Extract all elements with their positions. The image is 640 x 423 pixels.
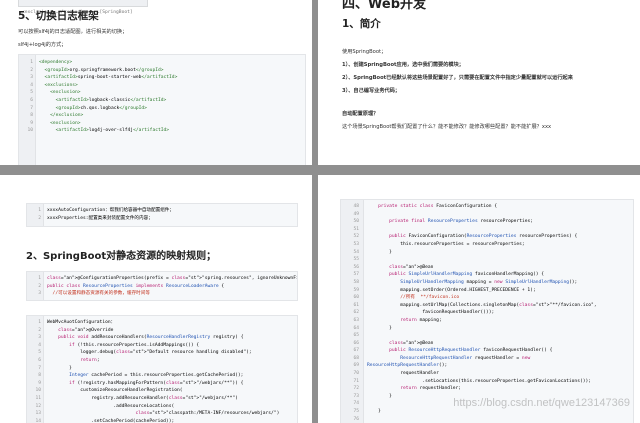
code-line: 72 return requestHandler;	[353, 386, 462, 392]
code-line: 65	[353, 333, 359, 339]
code-block: 1 <dependency> 2 <groupId>org.springframew…	[18, 54, 306, 165]
code-line: 76	[353, 416, 359, 422]
code-line: 4 if (!this.resourceProperties.isAddMapp…	[38, 342, 200, 348]
code-line: 56 class="an">@Bean	[353, 264, 434, 270]
code-line: 64 }	[353, 325, 392, 331]
code-block: 1 xxxxAutoConfiguration：帮我们给容器中自动配置组件； 2 xx…	[26, 203, 298, 227]
code-line: 51	[353, 226, 359, 232]
code-line: 48 private static class FaviconConfigura…	[353, 204, 498, 209]
chapter-heading: 四、Web开发	[342, 0, 426, 12]
list-item: 1）、创建SpringBoot应用，选中我们需要的模块；	[342, 62, 464, 68]
paragraph: 使用SpringBoot；	[342, 49, 387, 55]
code-line: 4 <exclusions>	[30, 82, 78, 88]
code-line: 7 }	[38, 365, 72, 371]
paragraph: 这个场景SpringBoot帮我们配置了什么？能不能修改？能修改哪些配置？能不能…	[342, 124, 552, 130]
code-line: 59 mapping.setOrder(Ordered.HIGHEST_PREC…	[353, 287, 536, 293]
code-line: 69 ResourceHttpRequestHandler();	[353, 363, 448, 369]
code-line: 10 <artifactId>log4j-over-slf4j</artifac…	[27, 128, 170, 134]
section-heading: 2、SpringBoot对静态资源的映射规则；	[26, 251, 217, 262]
code-line: 55	[353, 257, 359, 263]
code-line: 67 public ResourceHttpRequestHandler fav…	[353, 348, 553, 354]
code-line: 68 ResourceHttpRequestHandler requestHan…	[353, 355, 531, 361]
code-line: 1 xxxxAutoConfiguration：帮我们给容器中自动配置组件；	[38, 208, 174, 213]
paragraph: slf4j+log4j的方式；	[18, 42, 67, 48]
watermark-url: https://blog.csdn.net/qwe123147369	[453, 397, 630, 409]
code-line: 60 //所有 **/favicon.ico	[353, 295, 460, 301]
code-line: 2 <groupId>org.springframework.boot</gro…	[30, 67, 164, 73]
code-line: 8 Integer cachePeriod = this.resourcePro…	[38, 373, 244, 379]
section-heading: 5、切换日志框架	[18, 10, 99, 22]
code-line: 54 }	[353, 249, 392, 255]
code-line: 62 faviconRequestHandler()));	[353, 310, 495, 316]
code-line: 10 customizeResourceHandlerRegistration(	[35, 388, 183, 394]
code-line: 1 class="an">@ConfigurationProperties(pre…	[38, 276, 297, 281]
code-line: 11 registry.addResourceHandler(class="st…	[35, 395, 238, 401]
document-page-3: 1 xxxxAutoConfiguration：帮我们给容器中自动配置组件； 2 xx…	[0, 175, 312, 423]
code-line: 57 public SimpleUrlHandlerMapping favico…	[353, 272, 545, 278]
code-line: 5 logger.debug(class="st">"Default resou…	[38, 350, 252, 356]
code-line: 52 public FaviconConfiguration(ResourceP…	[353, 234, 578, 240]
paragraph-bold: 自动配置原理？	[342, 111, 379, 117]
code-line: 71 .setLocations(this.resourceProperties…	[353, 378, 592, 384]
code-line: 58 SimpleUrlHandlerMapping mapping = new…	[353, 279, 578, 285]
code-line: 66 class="an">@Bean	[353, 340, 434, 346]
code-line: 3 //可以设置和静态资源有关的参数，缓存时间等	[38, 291, 150, 297]
code-line: 1 WebMvcAuotConfiguration：	[38, 320, 116, 325]
code-line: 63 return mapping;	[353, 317, 442, 323]
list-item: 3）、自己编写业务代码；	[342, 88, 401, 94]
list-item: 2）、SpringBoot已经默认将这些场景配置好了，只需要在配置文件中指定少量…	[342, 75, 573, 81]
code-line: 6 return;	[38, 357, 100, 363]
paragraph: 可以按照slf4j的日志适配图，进行相关的切换；	[18, 29, 128, 35]
code-line: 53 this.resourceProperties = resourcePro…	[353, 241, 525, 247]
code-line: 2 xxxxProperties:配置类来封装配置文件的内容；	[38, 215, 153, 221]
code-line: 9 <exclusion>	[30, 120, 81, 126]
code-line: 2 public class ResourceProperties impleme…	[38, 283, 225, 289]
code-line: 6 <artifactId>logback-classic</artifactI…	[30, 97, 167, 103]
code-line: 5 <exclusion>	[30, 90, 81, 96]
section-heading: 1、简介	[342, 18, 381, 30]
document-page-1: <exclusions>…</exclusions> …[SpringBoot]…	[0, 0, 312, 165]
document-page-4: 48 private static class FaviconConfigura…	[318, 175, 640, 423]
code-line: 61 mapping.setUrlMap(Collections.singlet…	[353, 302, 597, 308]
code-line: 14 .setCachePeriod(cachePeriod));	[35, 418, 175, 423]
code-line: 8 </exclusion>	[30, 113, 84, 119]
code-line: 7 <groupId>ch.qos.logback</groupId>	[30, 105, 147, 111]
code-line: 49	[353, 211, 359, 217]
document-page-2: 四、Web开发 1、简介 使用SpringBoot； 1）、创建SpringBo…	[318, 0, 640, 165]
code-line: 9 if (!registry.hasMappingForPattern(cla…	[38, 380, 244, 386]
previous-code-snippet: <exclusions>…</exclusions> …[SpringBoot]	[18, 0, 148, 15]
code-line: 1 <dependency>	[30, 60, 73, 65]
code-line: 13 class="st">"classpath:/META-INF/resou…	[35, 411, 280, 417]
code-line: 12 .addResourceLocations(	[35, 403, 175, 409]
code-line: 50 private final ResourceProperties reso…	[353, 219, 534, 225]
code-block: 1 WebMvcAuotConfiguration： 2 class="an">@O…	[26, 315, 298, 423]
code-line: 3 public void addResourceHandlers(Resour…	[38, 335, 244, 341]
code-line: 75 }	[353, 409, 381, 415]
code-line: 3 <artifactId>spring-boot-starter-web</a…	[30, 75, 178, 81]
code-block: 1 class="an">@ConfigurationProperties(pre…	[26, 271, 298, 301]
code-block: 48 private static class FaviconConfigura…	[340, 199, 634, 423]
code-line: 2 class="an">@Override	[38, 327, 114, 333]
code-line: 70 requestHandler	[353, 371, 439, 377]
